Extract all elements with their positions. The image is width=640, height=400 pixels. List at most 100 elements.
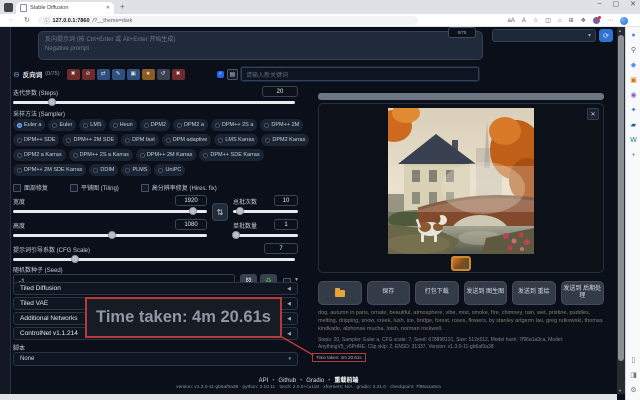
sampler-option-dpm-2m-karras[interactable]: DPM++ 2M Karras — [136, 149, 197, 161]
read-aloud-icon[interactable]: A — [522, 18, 526, 24]
styles-dropdown[interactable]: ▾ — [492, 29, 596, 42]
height-value[interactable]: 1080 — [175, 219, 207, 230]
batch-size-slider-handle[interactable] — [232, 231, 240, 239]
close-icon[interactable]: ✕ — [587, 108, 599, 120]
height-slider-handle[interactable] — [108, 231, 116, 239]
undo-icon[interactable]: ↺ — [157, 69, 170, 80]
scroll-down-icon[interactable]: ▼ — [618, 388, 622, 393]
steps-slider-handle[interactable] — [48, 98, 56, 106]
sampler-option-dpm-2s-a[interactable]: DPM++ 2S a — [211, 119, 258, 131]
swap-icon[interactable]: ⇄ — [97, 69, 110, 80]
outlook-icon[interactable]: ▰ — [626, 121, 640, 131]
steps-slider[interactable] — [13, 101, 295, 104]
settings-icon[interactable]: ⚙ — [626, 386, 640, 396]
sampler-option-dpm2-a-karras[interactable]: DPM2 a Karras — [13, 149, 66, 161]
width-slider[interactable] — [13, 210, 207, 213]
sampler-option-ddim[interactable]: DDIM — [89, 164, 118, 176]
sampler-option-dpm2-karras[interactable]: DPM2 Karras — [261, 134, 309, 146]
text-size-icon[interactable]: aA — [508, 18, 515, 24]
remove-icon[interactable]: ✖ — [172, 69, 185, 80]
height-slider[interactable] — [13, 234, 207, 237]
copilot-icon[interactable] — [620, 17, 628, 25]
tab-workspaces-icon[interactable] — [4, 3, 13, 12]
batch-size-slider[interactable] — [233, 234, 298, 237]
minimize-button[interactable]: – — [598, 0, 602, 8]
swap-dimensions-button[interactable]: ⇅ — [212, 203, 228, 221]
generated-image[interactable] — [388, 108, 534, 254]
phone-link-icon[interactable]: ▯ — [626, 356, 640, 366]
url-bar[interactable]: ⓘ 127.0.0.1:7860 /?__theme=dark — [38, 16, 418, 25]
shopping-icon[interactable]: ▣ — [626, 76, 640, 86]
back-icon[interactable]: ← — [8, 16, 15, 23]
sampler-option-dpm-2m-sde[interactable]: DPM++ 2M SDE — [62, 134, 118, 146]
more-menu-icon[interactable]: ⋯ — [607, 17, 613, 24]
sampler-option-dpm-sde[interactable]: DPM++ SDE — [13, 134, 59, 146]
edit-icon[interactable]: ✎ — [112, 69, 125, 80]
extensions-icon[interactable]: ❖ — [581, 17, 586, 24]
scrollbar-thumb[interactable] — [618, 35, 624, 361]
footer-link-github[interactable]: Github — [278, 378, 296, 384]
sampler-option-dpm-2s-a-karras[interactable]: DPM++ 2S a Karras — [69, 149, 133, 161]
side-panel-icon[interactable]: ◨ — [626, 371, 640, 381]
feature-checkbox-tiling[interactable]: 平铺图 (Tiling) — [70, 183, 119, 192]
browser-tab[interactable]: Stable Diffusion ✕ — [16, 2, 114, 14]
sampler-option-dpm-2m-sde-karras[interactable]: DPM++ 2M SDE Karras — [13, 164, 86, 176]
batch-count-slider-handle[interactable] — [236, 207, 244, 215]
keyword-input[interactable]: 请输入新关键词 — [241, 67, 479, 81]
collections-icon[interactable]: ⊞ — [569, 17, 574, 24]
negative-prompt-textarea[interactable]: 反向提示词 (按 Ctrl+Enter 或 Alt+Enter 开始生成) Ne… — [38, 31, 483, 60]
sampler-option-dpm2-a[interactable]: DPM2 a — [173, 119, 208, 131]
batch-count-slider[interactable] — [233, 210, 298, 213]
people-icon[interactable]: ◉ — [626, 91, 640, 101]
gallery-thumbnail[interactable] — [451, 256, 471, 271]
cfg-slider-handle[interactable] — [71, 255, 79, 263]
sampler-option-dpm-adaptive[interactable]: DPM adaptive — [162, 134, 212, 146]
sampler-option-lms[interactable]: LMS — [79, 119, 105, 131]
clear-icon[interactable]: ⊘ — [82, 69, 95, 80]
script-dropdown[interactable]: None ▾ — [13, 352, 298, 366]
favorites-star-icon[interactable]: ☆ — [533, 17, 538, 24]
sampler-option-heun[interactable]: Heun — [109, 119, 137, 131]
sampler-option-dpm2[interactable]: DPM2 — [140, 119, 170, 131]
sampler-option-dpm-sde-karras[interactable]: DPM++ SDE Karras — [199, 149, 263, 161]
window-close-button[interactable]: ✕ — [630, 0, 636, 8]
footer-link-[interactable]: 重载前端 — [334, 378, 358, 384]
zip-download-button[interactable]: 打包下载 — [415, 281, 459, 305]
cfg-value[interactable]: 7 — [264, 243, 298, 254]
scroll-up-icon[interactable]: ▲ — [618, 28, 622, 33]
tagger-list-icon[interactable]: ▤ — [227, 69, 238, 80]
star-icon[interactable]: ★ — [142, 69, 155, 80]
open-folder-button[interactable] — [318, 281, 362, 305]
footer-link-api[interactable]: API — [259, 378, 269, 384]
designer-icon[interactable]: ✦ — [626, 106, 640, 116]
grid-icon[interactable]: ▣ — [127, 69, 140, 80]
profile-avatar[interactable] — [593, 17, 600, 24]
send-to-extras-button[interactable]: 发送到 后期处理 — [561, 281, 605, 305]
sampler-option-lms-karras[interactable]: LMS Karras — [214, 134, 258, 146]
sampler-option-dpm-fast[interactable]: DPM fast — [121, 134, 159, 146]
search-icon[interactable]: ⚲ — [626, 46, 640, 56]
sampler-option-euler[interactable]: Euler — [48, 119, 76, 131]
new-tab-button[interactable]: + — [120, 2, 125, 11]
save-button[interactable]: 保存 — [367, 281, 411, 305]
sampler-option-euler-a[interactable]: Euler a — [13, 119, 45, 131]
copilot-icon[interactable]: ● — [626, 31, 640, 41]
tab-close-icon[interactable]: ✕ — [106, 5, 110, 11]
batch-size-value[interactable]: 1 — [274, 219, 298, 230]
refresh-icon[interactable]: ↻ — [24, 16, 30, 24]
collections-icon[interactable]: ◆ — [626, 61, 640, 71]
page-scrollbar[interactable]: ▲ ▼ — [617, 27, 625, 394]
steps-value[interactable]: 20 — [262, 86, 298, 97]
tagger-checkbox[interactable]: ✓ — [217, 71, 224, 78]
add-icon[interactable]: + — [626, 151, 640, 161]
refresh-styles-button[interactable]: ⟳ — [599, 29, 613, 42]
site-info-icon[interactable]: ⓘ — [44, 17, 50, 25]
sampler-option-unipc[interactable]: UniPC — [154, 164, 185, 176]
feature-checkbox-hires-fix[interactable]: 高分辨率修复 (Hires. fix) — [141, 183, 217, 192]
sampler-option-dpm-2m[interactable]: DPM++ 2M — [260, 119, 303, 131]
maximize-button[interactable]: ▢ — [613, 0, 620, 8]
split-screen-icon[interactable]: ◫ — [545, 17, 551, 24]
width-value[interactable]: 1920 — [175, 195, 207, 206]
home-icon[interactable]: ⌂ — [558, 18, 562, 24]
send-to-img2img-button[interactable]: 发送到 图生图 — [464, 281, 508, 305]
